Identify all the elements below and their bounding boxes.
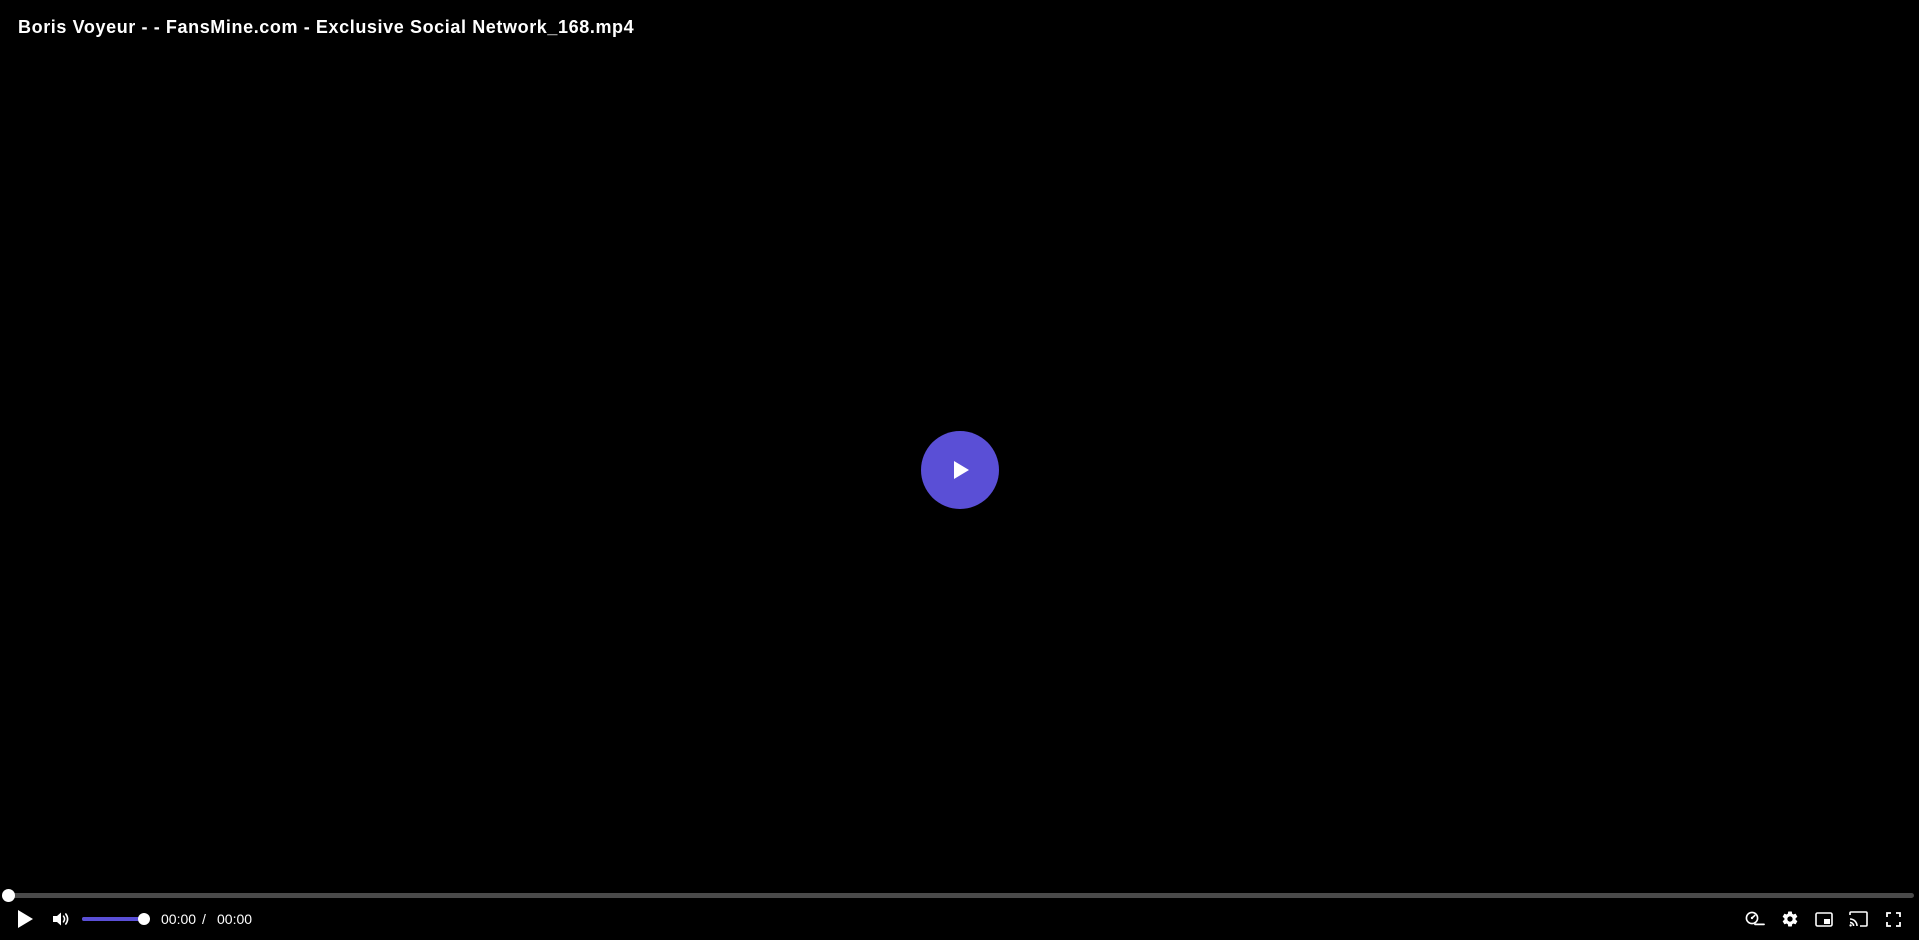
play-icon <box>16 909 34 929</box>
cast-icon <box>1848 911 1868 927</box>
playback-speed-button[interactable] <box>1743 904 1767 934</box>
gear-icon <box>1781 910 1799 928</box>
volume-slider-fill <box>82 917 144 921</box>
control-bar: 00:00 / 00:00 <box>0 904 1919 934</box>
mute-button[interactable] <box>50 904 72 934</box>
volume-slider-thumb[interactable] <box>138 913 150 925</box>
play-button[interactable] <box>12 904 38 934</box>
duration: 00:00 <box>217 911 253 927</box>
play-icon <box>949 460 971 480</box>
time-separator: / <box>202 911 206 927</box>
current-time: 00:00 <box>161 911 197 927</box>
video-player[interactable]: Boris Voyeur - - FansMine.com - Exclusiv… <box>0 0 1919 940</box>
settings-button[interactable] <box>1778 904 1802 934</box>
seek-bar[interactable] <box>2 889 1914 902</box>
big-play-button[interactable] <box>921 431 999 509</box>
volume-icon <box>52 911 70 927</box>
fullscreen-button[interactable] <box>1881 904 1905 934</box>
video-title: Boris Voyeur - - FansMine.com - Exclusiv… <box>18 17 635 37</box>
picture-in-picture-icon <box>1815 911 1833 927</box>
playback-speed-icon <box>1745 911 1765 927</box>
fullscreen-icon <box>1885 911 1901 927</box>
cast-button[interactable] <box>1846 904 1870 934</box>
picture-in-picture-button[interactable] <box>1812 904 1836 934</box>
volume-slider[interactable] <box>82 913 150 925</box>
seek-bar-thumb[interactable] <box>2 889 15 902</box>
